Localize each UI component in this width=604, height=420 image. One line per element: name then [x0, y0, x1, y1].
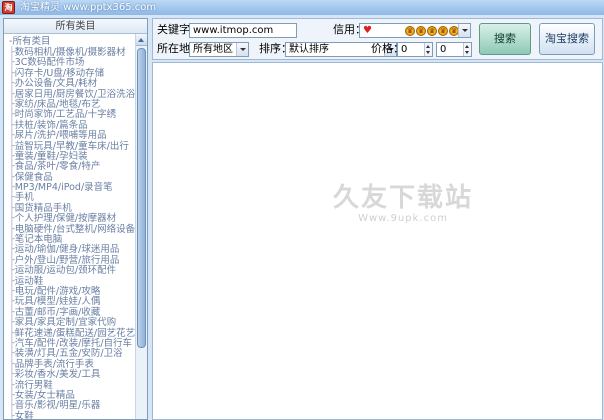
search-button[interactable]: 搜索 — [479, 23, 531, 55]
category-list: ├数码相机/摄像机/摄影器材 ├3C数码配件市场 ├闪存卡/U盘/移动存储 ├办公设备… — [9, 47, 135, 419]
sidebar-scrollbar[interactable] — [135, 34, 147, 419]
category-root[interactable]: -所有类目 — [9, 36, 50, 47]
window-title: 淘宝精灵 www.pptx365.com — [20, 2, 157, 13]
scrollbar-thumb[interactable] — [137, 48, 146, 348]
results-area: 久友下载站 Www.9upk.com — [152, 62, 603, 420]
location-value: 所有地区 — [193, 44, 233, 55]
price-max-stepper[interactable] — [463, 43, 471, 56]
price-min-input[interactable]: 0 — [397, 42, 433, 57]
title-bar: 淘 淘宝精灵 www.pptx365.com — [0, 0, 604, 15]
location-select[interactable]: 所有地区 — [189, 42, 249, 57]
chevron-down-icon[interactable] — [236, 43, 248, 56]
watermark: 久友下载站 Www.9upk.com — [333, 183, 473, 224]
crown-icon: ♛ — [438, 26, 448, 36]
search-panel: 关键字： www.itmop.com 信用： ♥ ♛ ♛ ♛ ♛ ♛ 所在地： … — [152, 18, 603, 60]
price-min-stepper[interactable] — [424, 43, 432, 56]
heart-icon: ♥ — [363, 25, 372, 36]
sort-value: 默认排序 — [289, 44, 329, 55]
crown-icon: ♛ — [405, 26, 415, 36]
category-sidebar: 所有类目 -所有类目 ├数码相机/摄像机/摄影器材 ├3C数码配件市场 ├闪存卡/U… — [3, 18, 148, 420]
watermark-main: 久友下载站 — [333, 183, 474, 213]
taobao-app-icon: 淘 — [2, 1, 15, 14]
chevron-down-icon[interactable] — [458, 24, 470, 37]
keyword-input[interactable]: www.itmop.com — [189, 23, 297, 38]
watermark-sub: Www.9upk.com — [358, 213, 448, 224]
crown-icon: ♛ — [427, 26, 437, 36]
category-tree: -所有类目 ├数码相机/摄像机/摄影器材 ├3C数码配件市场 ├闪存卡/U盘/移动存… — [4, 34, 136, 419]
crown-icons: ♛ ♛ ♛ ♛ ♛ — [405, 26, 459, 36]
crown-icon: ♛ — [416, 26, 426, 36]
credit-max-select[interactable]: ♛ ♛ ♛ ♛ ♛ — [401, 23, 471, 38]
scroll-up-arrow-icon[interactable] — [136, 34, 147, 46]
category-header: 所有类目 — [4, 19, 147, 34]
price-max-input[interactable]: 0 — [436, 42, 472, 57]
taobao-search-button[interactable]: 淘宝搜索 — [539, 23, 595, 55]
category-item[interactable]: ├女鞋 — [9, 411, 135, 419]
